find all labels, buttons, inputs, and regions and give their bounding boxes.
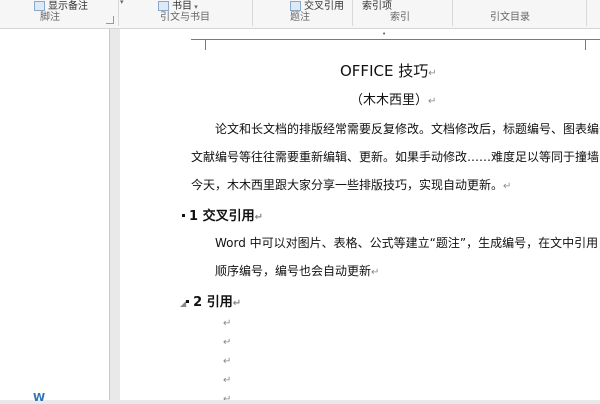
ribbon-group-captions: 题注 — [290, 12, 310, 23]
empty-paragraph-mark[interactable]: ↵ — [223, 356, 231, 367]
heading-bullet — [186, 300, 190, 303]
document-area[interactable]: • OFFICE 技巧↵ （木木西里）↵ 论文和长文档的排版经常需要反复修改。文… — [110, 29, 600, 400]
paragraph-line[interactable]: 文献编号等往往需要重新编辑、更新。如果手动修改……难度足以等同于撞墙！ — [191, 148, 600, 165]
ribbon-divider — [586, 0, 587, 26]
ribbon-divider — [252, 0, 253, 26]
footnotes-dialog-launcher[interactable] — [106, 16, 114, 24]
heading-cross-reference[interactable]: 1 交叉引用↵ — [182, 205, 263, 224]
paragraph-line[interactable]: 论文和长文档的排版经常需要反复修改。文档修改后，标题编号、图表编号、 — [215, 120, 600, 137]
paragraph-line[interactable]: 顺序编号，编号也会自动更新↵ — [215, 262, 379, 279]
ribbon-group-index: 索引 — [390, 12, 410, 23]
document-subtitle[interactable]: （木木西里）↵ — [350, 89, 436, 108]
notes-icon — [34, 1, 45, 11]
bibliography-icon — [158, 1, 169, 11]
heading-citation[interactable]: ◢ 2 引用↵ — [180, 291, 241, 310]
ribbon: 显示备注 ▾ 书目 ▾ 交叉引用 索引项 脚注 引文与书目 题注 索引 引文目录 — [0, 0, 600, 29]
ribbon-group-citations: 引文与书目 — [160, 12, 210, 23]
paragraph-line[interactable]: 今天，木木西里跟大家分享一些排版技巧，实现自动更新。↵ — [191, 176, 511, 193]
margin-corner-mark — [585, 39, 600, 50]
chevron-down-icon[interactable]: ▾ — [120, 0, 124, 6]
ribbon-divider — [118, 0, 119, 26]
nav-pane-logo: W — [33, 391, 47, 404]
margin-corner-mark — [191, 39, 206, 50]
paragraph-line[interactable]: Word 中可以对图片、表格、公式等建立“题注”，生成编号，在文中引用， — [215, 234, 600, 251]
empty-paragraph-mark[interactable]: ↵ — [223, 318, 231, 329]
document-page[interactable]: • OFFICE 技巧↵ （木木西里）↵ 论文和长文档的排版经常需要反复修改。文… — [120, 29, 600, 400]
header-line — [205, 39, 585, 40]
header-marker: • — [382, 30, 387, 38]
cross-reference-icon — [290, 1, 301, 11]
empty-paragraph-mark[interactable]: ↵ — [223, 337, 231, 348]
ribbon-divider — [452, 0, 453, 26]
empty-paragraph-mark[interactable]: ↵ — [223, 394, 231, 400]
navigation-pane[interactable]: W — [0, 29, 110, 404]
ribbon-group-table-of-authorities: 引文目录 — [490, 12, 530, 23]
document-title[interactable]: OFFICE 技巧↵ — [340, 60, 437, 81]
empty-paragraph-mark[interactable]: ↵ — [223, 375, 231, 386]
heading-bullet — [182, 214, 185, 217]
ribbon-group-footnotes: 脚注 — [40, 12, 60, 23]
ribbon-divider — [352, 0, 353, 26]
